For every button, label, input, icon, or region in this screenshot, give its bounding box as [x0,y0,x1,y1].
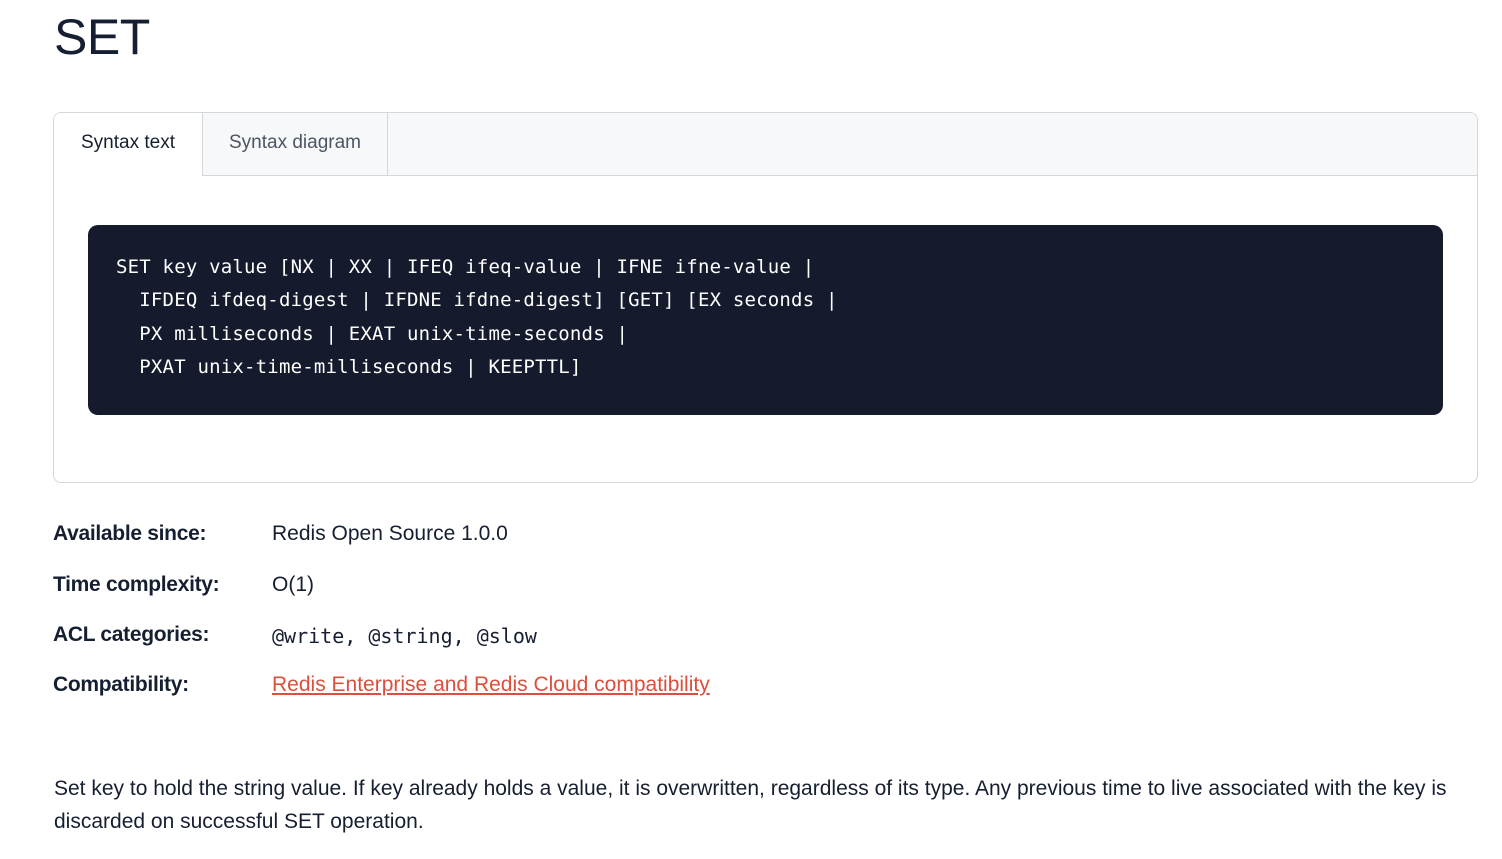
command-description: Set key to hold the string value. If key… [54,777,1447,833]
code-line-2: IFDEQ ifdeq-digest | IFDNE ifdne-digest]… [116,289,838,311]
available-since-label: Available since: [53,522,207,545]
tab-syntax-text[interactable]: Syntax text [54,113,203,176]
syntax-card: Syntax text Syntax diagram SET key value… [53,112,1478,483]
page-title: SET [54,9,150,65]
compatibility-value: Redis Enterprise and Redis Cloud compati… [272,673,710,697]
syntax-tab-bar: Syntax text Syntax diagram [54,113,1477,176]
compatibility-link[interactable]: Redis Enterprise and Redis Cloud compati… [272,673,710,696]
time-complexity-label: Time complexity: [53,573,220,596]
code-line-1: SET key value [NX | XX | IFEQ ifeq-value… [116,256,815,278]
available-since-value: Redis Open Source 1.0.0 [272,522,508,545]
time-complexity-value: O(1) [272,573,314,596]
syntax-code-block: SET key value [NX | XX | IFEQ ifeq-value… [88,225,1443,415]
tab-syntax-diagram[interactable]: Syntax diagram [203,113,388,175]
compatibility-label: Compatibility: [53,673,189,696]
code-line-4: PXAT unix-time-milliseconds | KEEPTTL] [116,356,582,378]
acl-categories-label: ACL categories: [53,623,210,646]
code-line-3: PX milliseconds | EXAT unix-time-seconds… [116,323,629,345]
acl-categories-value: @write, @string, @slow [272,624,537,648]
